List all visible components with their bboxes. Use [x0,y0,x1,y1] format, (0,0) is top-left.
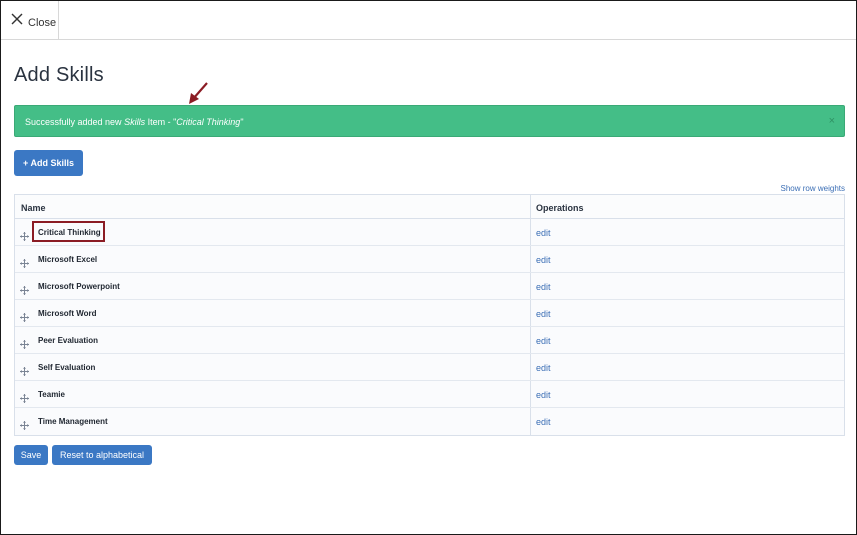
drag-handle-icon[interactable] [20,282,29,295]
table-row: Time Management edit [15,408,844,435]
column-divider [530,354,531,380]
column-divider [530,300,531,326]
column-divider [530,219,531,245]
edit-link[interactable]: edit [536,390,551,400]
save-button[interactable]: Save [14,445,48,465]
table-header: Name Operations [15,195,844,219]
edit-link[interactable]: edit [536,282,551,292]
column-divider [530,408,531,435]
success-alert: Successfully added new Skills Item - "Cr… [14,105,845,137]
skills-table: Name Operations Critical Thinking edit Mic… [14,194,845,436]
table-row: Microsoft Word edit [15,300,844,327]
skill-name: Microsoft Word [38,309,97,318]
drag-handle-icon[interactable] [20,336,29,349]
reset-alphabetical-button[interactable]: Reset to alphabetical [52,445,152,465]
column-divider [530,273,531,299]
drag-handle-icon[interactable] [20,363,29,376]
drag-handle-icon[interactable] [20,255,29,268]
edit-link[interactable]: edit [536,363,551,373]
table-row: Critical Thinking edit [15,219,844,246]
alert-close-button[interactable]: × [829,115,835,127]
table-row: Microsoft Powerpoint edit [15,273,844,300]
page-title: Add Skills [14,64,104,86]
table-row: Peer Evaluation edit [15,327,844,354]
skill-name: Teamie [38,390,65,399]
table-body: Critical Thinking edit Microsoft Excel edit… [15,219,844,435]
show-row-weights-link[interactable]: Show row weights [781,184,845,193]
add-skills-button[interactable]: + Add Skills [14,150,83,176]
close-icon [11,13,23,25]
skill-name: Time Management [38,417,108,426]
drag-handle-icon[interactable] [20,417,29,430]
edit-link[interactable]: edit [536,228,551,238]
arrow-icon [189,82,208,104]
column-divider [530,195,531,218]
drag-handle-icon[interactable] [20,228,29,241]
column-header-name: Name [21,203,46,213]
skill-name: Self Evaluation [38,363,96,372]
edit-link[interactable]: edit [536,336,551,346]
drag-handle-icon[interactable] [20,309,29,322]
drag-handle-icon[interactable] [20,390,29,403]
column-header-operations: Operations [536,203,584,213]
table-row: Self Evaluation edit [15,354,844,381]
table-row: Teamie edit [15,381,844,408]
alert-message: Successfully added new Skills Item - "Cr… [25,117,244,127]
close-label: Close [28,17,57,29]
skill-name: Critical Thinking [38,228,101,237]
edit-link[interactable]: edit [536,255,551,265]
table-row: Microsoft Excel edit [15,246,844,273]
top-bar: Close [1,1,856,40]
column-divider [530,381,531,407]
close-button[interactable]: Close [1,1,59,39]
skill-name: Microsoft Excel [38,255,98,264]
edit-link[interactable]: edit [536,417,551,427]
column-divider [530,246,531,272]
skill-name: Microsoft Powerpoint [38,282,120,291]
edit-link[interactable]: edit [536,309,551,319]
skill-name: Peer Evaluation [38,336,99,345]
column-divider [530,327,531,353]
